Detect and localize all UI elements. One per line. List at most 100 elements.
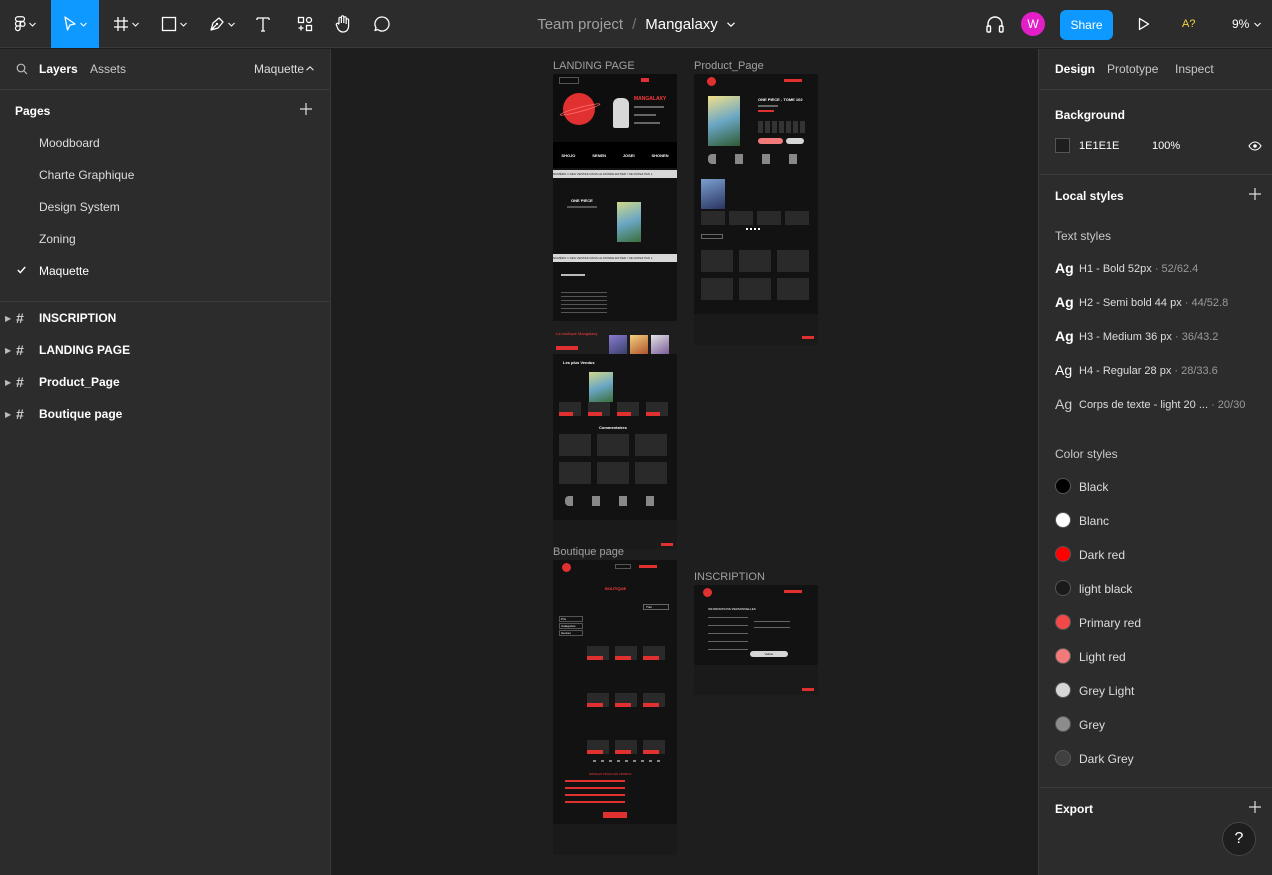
tab-inspect[interactable]: Inspect: [1175, 62, 1214, 76]
expand-arrow-icon[interactable]: ▶: [5, 314, 11, 323]
color-style-item[interactable]: Black: [1055, 478, 1265, 496]
pen-tool-button[interactable]: [200, 0, 244, 48]
search-icon[interactable]: [16, 63, 28, 75]
chevron-up-icon[interactable]: [306, 66, 314, 71]
color-style-item[interactable]: Blanc: [1055, 512, 1265, 530]
expand-arrow-icon[interactable]: ▶: [5, 346, 11, 355]
perks-title: MANGAS POUR LES VENDUS: [589, 772, 632, 776]
audio-call-button[interactable]: [982, 0, 1008, 48]
frame-product-page[interactable]: ONE PIECE - TOME 102: [694, 74, 818, 345]
file-name[interactable]: Mangalaxy: [645, 16, 718, 33]
category-shojo[interactable]: SHOJO: [561, 153, 575, 158]
background-hex[interactable]: 1E1E1E: [1079, 140, 1119, 152]
design-canvas[interactable]: LANDING PAGE MANGALAXY SHOJO SENEN JOSEI…: [332, 49, 1038, 875]
text-style-h2[interactable]: Ag H2 - Semi bold 44 px · 44/52.8: [1055, 294, 1265, 314]
frame-label-boutique[interactable]: Boutique page: [553, 546, 624, 558]
add-page-icon[interactable]: [300, 103, 312, 115]
color-style-item[interactable]: Primary red: [1055, 614, 1265, 632]
color-style-item[interactable]: Dark Grey: [1055, 750, 1265, 768]
text-style-h4[interactable]: Ag H4 - Regular 28 px · 28/33.6: [1055, 362, 1265, 382]
hand-icon: [335, 15, 350, 33]
color-style-name: Blanc: [1079, 514, 1110, 528]
text-style-h1[interactable]: Ag H1 - Bold 52px · 52/62.4: [1055, 260, 1265, 280]
frame-label-inscription[interactable]: INSCRIPTION: [694, 571, 765, 583]
color-style-item[interactable]: light black: [1055, 580, 1265, 598]
layer-boutique-page[interactable]: ▶ # Boutique page: [0, 398, 331, 430]
add-style-icon[interactable]: [1249, 188, 1261, 200]
search-box: [615, 564, 631, 569]
resources-tool-button[interactable]: [290, 0, 320, 48]
menu-icon: [784, 79, 802, 82]
shop-title: La boutique Mangalaxy: [556, 331, 598, 336]
text-tool-button[interactable]: [248, 0, 278, 48]
perks-list: [565, 780, 625, 806]
tab-assets[interactable]: Assets: [90, 62, 126, 76]
accessibility-check[interactable]: A?: [1182, 0, 1195, 48]
page-switcher[interactable]: Maquette: [254, 62, 304, 76]
page-item-maquette[interactable]: Maquette: [39, 264, 89, 278]
page-item-moodboard[interactable]: Moodboard: [39, 136, 100, 150]
text-style-h3[interactable]: Ag H3 - Medium 36 px · 36/43.2: [1055, 328, 1265, 348]
add-export-icon[interactable]: [1249, 801, 1261, 813]
category-senen[interactable]: SENEN: [592, 153, 606, 158]
frame-boutique-page[interactable]: BOUTIQUE Trier Prix Catégories Genres MA…: [553, 560, 677, 855]
filter-categories: Catégories: [559, 623, 583, 629]
page-item-zoning[interactable]: Zoning: [39, 232, 76, 246]
page-item-charte-graphique[interactable]: Charte Graphique: [39, 168, 134, 182]
menu-icon: [639, 565, 657, 568]
chevron-down-icon[interactable]: [726, 21, 735, 27]
layer-product-page[interactable]: ▶ # Product_Page: [0, 366, 331, 398]
frame-landing-page[interactable]: MANGALAXY SHOJO SENEN JOSEI SHONEN NUMÉR…: [553, 74, 677, 549]
layer-landing-page[interactable]: ▶ # LANDING PAGE: [0, 334, 331, 366]
text-line: [634, 106, 664, 108]
tab-design[interactable]: Design: [1055, 62, 1095, 76]
inscription-footer: [694, 665, 818, 695]
color-style-item[interactable]: Light red: [1055, 648, 1265, 666]
team-name[interactable]: Team project: [537, 16, 623, 33]
share-button[interactable]: Share: [1060, 10, 1113, 40]
text-style-body[interactable]: Ag Corps de texte - light 20 ... · 20/30: [1055, 396, 1265, 416]
color-style-item[interactable]: Dark red: [1055, 546, 1265, 564]
tab-layers[interactable]: Layers: [39, 62, 78, 76]
background-swatch[interactable]: [1055, 138, 1070, 153]
frame-tool-button[interactable]: [104, 0, 148, 48]
expand-arrow-icon[interactable]: ▶: [5, 378, 11, 387]
expand-arrow-icon[interactable]: ▶: [5, 410, 11, 419]
eye-icon[interactable]: [1248, 141, 1262, 151]
present-button[interactable]: [1133, 0, 1155, 48]
chevron-down-icon: [80, 22, 87, 27]
zoom-control[interactable]: 9%: [1232, 0, 1262, 48]
comments-row: [559, 434, 671, 456]
star-rating: [758, 110, 774, 112]
move-tool-button[interactable]: [51, 0, 99, 48]
user-avatar[interactable]: W: [1021, 12, 1045, 36]
category-shonen[interactable]: SHONEN: [651, 153, 668, 158]
frame-label-product[interactable]: Product_Page: [694, 60, 764, 72]
page-item-design-system[interactable]: Design System: [39, 200, 120, 214]
shape-tool-button[interactable]: [152, 0, 196, 48]
form-fields-right: [754, 621, 790, 633]
service-icons-row: [565, 496, 665, 506]
text-style-ag-icon: Ag: [1055, 294, 1074, 310]
comment-tool-button[interactable]: [367, 0, 397, 48]
product-title: ONE PIECE - TOME 102: [758, 97, 803, 102]
bestsellers-title: Les plus Vendus: [563, 360, 595, 365]
color-style-item[interactable]: Grey Light: [1055, 682, 1265, 700]
background-opacity[interactable]: 100%: [1152, 140, 1180, 152]
help-button[interactable]: ?: [1222, 822, 1256, 856]
form-fields-left: [708, 617, 748, 651]
layer-inscription[interactable]: ▶ # INSCRIPTION: [0, 302, 331, 334]
add-to-cart-button: [758, 138, 783, 144]
main-menu-button[interactable]: [0, 0, 50, 48]
frame-label-landing[interactable]: LANDING PAGE: [553, 60, 635, 72]
frame-inscription[interactable]: INFORMATIONS PERSONNELLES Valider: [694, 585, 818, 695]
local-styles-header: Local styles: [1055, 189, 1124, 203]
color-style-item[interactable]: Grey: [1055, 716, 1265, 734]
hand-tool-button[interactable]: [328, 0, 358, 48]
chevron-down-icon: [29, 22, 36, 27]
color-style-name: Black: [1079, 480, 1109, 494]
filter-genres: Genres: [559, 630, 583, 636]
category-josei[interactable]: JOSEI: [623, 153, 635, 158]
footer-button: [802, 336, 814, 339]
tab-prototype[interactable]: Prototype: [1107, 62, 1158, 76]
